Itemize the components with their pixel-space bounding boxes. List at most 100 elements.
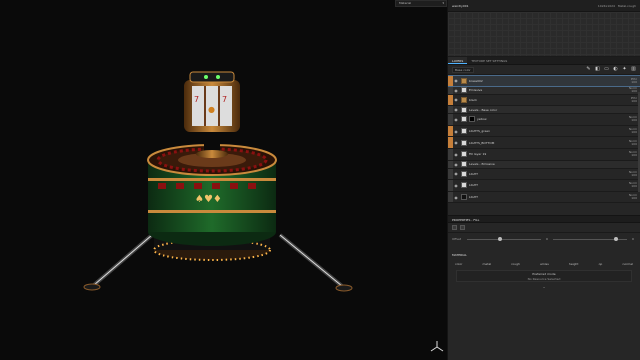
folder-thumb-icon (461, 77, 467, 84)
fill-projection-icon[interactable] (452, 225, 457, 230)
layer-blend[interactable]: Pthr 100 (624, 77, 640, 84)
mask-icon[interactable]: ◐ (613, 67, 618, 72)
offset-value-v[interactable]: 0 (630, 237, 636, 241)
empty-grid-area (448, 12, 640, 57)
delete-icon[interactable]: ▥ (631, 67, 636, 72)
layer-row[interactable]: ◉ Emissive Norm 100 (448, 86, 640, 95)
layers-toolbar: Base color ✎ ◧ ▭ ◐ ✦ ▥ (448, 65, 640, 75)
channel-toggle[interactable]: color (455, 260, 462, 268)
layer-name: LIGHT (469, 195, 478, 200)
channel-dropdown[interactable]: Base color (452, 66, 474, 73)
expand-chevron-icon[interactable]: ⌄ (448, 284, 640, 289)
layer-row[interactable]: ◉ Levels - Base color (448, 106, 640, 115)
svg-text:●: ● (208, 105, 215, 114)
axis-gizmo-icon (430, 341, 444, 352)
layer-thumb (461, 106, 467, 113)
svg-text:♠♥♦: ♠♥♦ (195, 194, 222, 205)
visibility-eye-icon[interactable]: ◉ (453, 129, 459, 134)
channel-toggle[interactable]: height (569, 260, 579, 268)
layer-stack: ◉ brass002 Pthr 100 ◉ Emissive Norm 100 ◉ … (448, 75, 640, 215)
visibility-eye-icon[interactable]: ◉ (453, 107, 459, 112)
layer-row[interactable]: ◉ LIGHT Norm 100 (448, 180, 640, 192)
fill-icon[interactable]: ◧ (595, 67, 600, 72)
material-header: MATERIAL (452, 253, 467, 257)
layer-row[interactable]: ◉ Fill layer 19 Norm 100 (448, 148, 640, 161)
layer-tools: ✎ ◧ ▭ ◐ ✦ ▥ (586, 67, 636, 72)
layer-name: Levels - Emissive (469, 162, 495, 167)
chevron-down-icon: ▾ (442, 1, 444, 5)
properties-icons (448, 223, 640, 233)
layer-name: Levels - Base color (469, 107, 498, 112)
svg-text:7: 7 (194, 95, 199, 104)
shader-mode-label: Metal-rough (617, 3, 636, 8)
layer-row[interactable]: ◉ brass002 Pthr 100 (448, 75, 640, 87)
offset-slider-u[interactable] (467, 237, 541, 241)
offset-slider-v[interactable] (553, 237, 627, 241)
channel-toggle[interactable]: rough (511, 260, 520, 268)
layer-mask-thumb[interactable] (469, 116, 475, 123)
visibility-eye-icon[interactable]: ◉ (453, 195, 459, 200)
visibility-eye-icon[interactable]: ◉ (453, 183, 459, 188)
resolution-label: 1024x1024 (597, 3, 615, 8)
layer-name: LIGHTS_green (469, 129, 491, 134)
visibility-eye-icon[interactable]: ◉ (453, 117, 459, 122)
slider-knob[interactable] (498, 237, 503, 241)
visibility-eye-icon[interactable]: ◉ (453, 162, 459, 167)
channel-toggle[interactable]: emiss (540, 260, 549, 268)
viewport-mode-value: Material (399, 1, 412, 5)
layer-name: LIGHT (469, 171, 478, 176)
material-channels: color metal rough emiss height op normal (448, 260, 640, 268)
layer-name: LIGHTS_BOTTOM (469, 140, 495, 145)
layer-row[interactable]: ◉ LIGHTS_green Norm 100 (448, 125, 640, 138)
layer-blend[interactable]: Norm 100 (624, 194, 640, 200)
offset-row: Offset 0 0 (448, 233, 640, 245)
folder-thumb-icon (461, 96, 467, 103)
layer-name: black (469, 97, 477, 102)
layer-thumb (461, 161, 467, 168)
folder-icon[interactable]: ▭ (604, 67, 609, 72)
channel-toggle[interactable]: metal (483, 260, 492, 268)
layer-thumb (461, 151, 467, 158)
panel-tabs: LAYERS TEXTURE SET SETTINGS (448, 57, 640, 65)
layer-thumb (461, 139, 467, 146)
svg-text:7: 7 (222, 95, 227, 104)
layer-row[interactable]: ◉ black Pthr 100 (448, 94, 640, 107)
layer-thumb (461, 116, 467, 123)
uv-icon[interactable] (460, 225, 465, 230)
slider-knob[interactable] (613, 237, 618, 241)
layer-row[interactable]: ◉ LIGHT Norm 100 (448, 168, 640, 181)
offset-label: Offset (452, 237, 462, 241)
texture-set-bar[interactable]: weirdly001 1024x1024 Metal-rough (448, 0, 640, 12)
channel-toggle[interactable]: normal (622, 260, 633, 268)
offset-value-u[interactable]: 0 (544, 237, 550, 241)
slot-machine-model[interactable]: ♠♥♦ 7 ● 7 (80, 50, 360, 310)
tab-layers[interactable]: LAYERS (448, 57, 468, 64)
right-panel: weirdly001 1024x1024 Metal-rough LAYERS … (447, 0, 640, 360)
layer-row[interactable]: ◉ Levels - Emissive (448, 160, 640, 169)
3d-viewport[interactable]: Material ▾ ♠♥♦ 7 ● 7 (0, 0, 447, 360)
layer-thumb (461, 128, 467, 135)
layer-name: yellow (477, 117, 487, 122)
layer-thumb (461, 87, 467, 94)
material-resource-box[interactable]: Preferred mode No Resource Selected (456, 270, 632, 282)
layer-row[interactable]: ◉ yellow Norm 100 (448, 114, 640, 126)
tab-texture-set-settings[interactable]: TEXTURE SET SETTINGS (467, 57, 511, 64)
layer-name: LIGHT (469, 183, 478, 188)
paint-icon[interactable]: ✎ (586, 67, 591, 72)
properties-header[interactable]: PROPERTIES - FILL (448, 215, 640, 223)
visibility-eye-icon[interactable]: ◉ (453, 97, 459, 102)
material-resource-status: No Resource Selected (527, 277, 561, 281)
visibility-eye-icon[interactable]: ◉ (453, 171, 459, 176)
visibility-eye-icon[interactable]: ◉ (453, 88, 459, 93)
layer-name: Fill layer 19 (469, 152, 487, 157)
visibility-eye-icon[interactable]: ◉ (453, 152, 459, 157)
viewport-mode-dropdown[interactable]: Material ▾ (395, 0, 447, 7)
layer-row[interactable]: ◉ LIGHT Norm 100 (448, 191, 640, 204)
layer-row[interactable]: ◉ LIGHTS_BOTTOM Norm 100 (448, 137, 640, 149)
channel-toggle[interactable]: op (599, 260, 603, 268)
visibility-eye-icon[interactable]: ◉ (453, 78, 459, 83)
visibility-eye-icon[interactable]: ◉ (453, 140, 459, 145)
layer-thumb (461, 194, 467, 201)
layer-thumb (461, 170, 467, 177)
effect-icon[interactable]: ✦ (622, 67, 627, 72)
